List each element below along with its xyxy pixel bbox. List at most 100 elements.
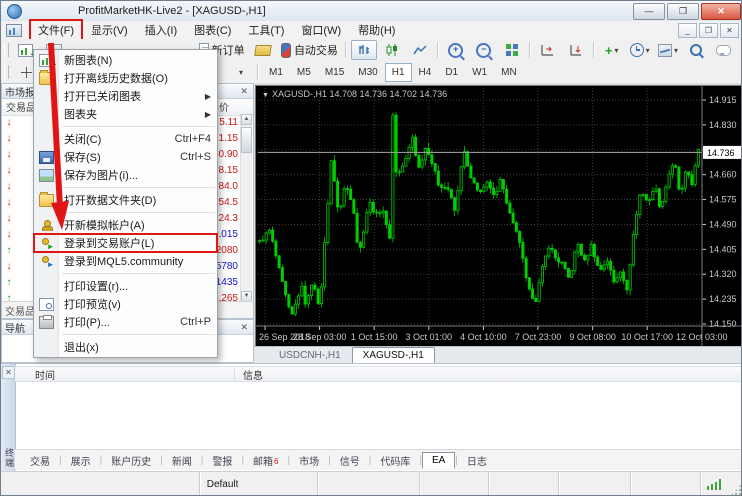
menu-item[interactable]: 窗口(W)	[293, 20, 349, 40]
terminal-tab[interactable]: 市场	[290, 451, 328, 470]
folder2-icon	[34, 194, 58, 207]
toolbar-grip[interactable]	[4, 43, 9, 57]
file-menu-item[interactable]: 退出(x)	[34, 338, 217, 356]
file-menu-item[interactable]: 打开离线历史数据(O)	[34, 69, 217, 87]
indicators-button[interactable]: +▾	[599, 40, 625, 60]
person-icon	[34, 220, 58, 231]
timeframe-D1[interactable]: D1	[438, 63, 465, 82]
chart-plot-area[interactable]: 26 Sep 201828 Sep 03:001 Oct 15:003 Oct …	[255, 85, 742, 347]
file-menu-item[interactable]: 保存(S)Ctrl+S	[34, 148, 217, 166]
zoom-in-button[interactable]: +	[443, 40, 469, 60]
terminal-tab[interactable]: 账户历史	[102, 451, 160, 470]
file-menu-item-label: 开新模拟帐户(A)	[64, 217, 145, 233]
market-watch-close-icon[interactable]: ✕	[238, 86, 250, 97]
svg-text:14.490: 14.490	[709, 219, 737, 229]
line-chart-button[interactable]	[407, 40, 433, 60]
disk-icon	[34, 151, 58, 164]
terminal-close-icon[interactable]: ✕	[2, 366, 15, 379]
chartplus-icon	[34, 54, 58, 67]
chart-shift-button[interactable]	[535, 40, 561, 60]
zoom-out-button[interactable]: −	[471, 40, 497, 60]
timeframe-M15[interactable]: M15	[318, 63, 351, 82]
menu-item[interactable]: 图表(C)	[186, 20, 239, 40]
child-minimize-button[interactable]: _	[678, 23, 697, 38]
file-menu-item[interactable]: 登录到MQL5.community	[34, 252, 217, 270]
terminal-tab[interactable]: 新闻	[163, 451, 201, 470]
minimize-button[interactable]: —	[633, 3, 665, 20]
file-menu-item-label: 保存为图片(i)...	[64, 167, 138, 183]
terminal-col-message[interactable]: 信息	[235, 366, 742, 382]
scroll-up-icon[interactable]: ▲	[241, 114, 252, 125]
scroll-thumb[interactable]	[241, 127, 252, 153]
tile-windows-button[interactable]	[499, 40, 525, 60]
auto-scroll-button[interactable]	[563, 40, 589, 60]
templates-button[interactable]: ▾	[655, 40, 681, 60]
terminal-col-time[interactable]: 时间	[15, 366, 235, 382]
template-icon	[658, 44, 672, 57]
bar-chart-button[interactable]	[351, 40, 377, 60]
timeframe-H4[interactable]: H4	[412, 63, 439, 82]
candlestick-icon	[385, 44, 399, 56]
file-menu-item[interactable]: 打印设置(r)...	[34, 277, 217, 295]
terminal-tab[interactable]: 邮箱6	[244, 451, 287, 470]
terminal-tab[interactable]: 警报	[203, 451, 241, 470]
file-menu-item-label: 关闭(C)	[64, 131, 101, 147]
menu-item[interactable]: 插入(I)	[137, 20, 185, 40]
market-watch-scrollbar[interactable]: ▲ ▼	[240, 114, 252, 302]
chat-button[interactable]	[711, 40, 737, 60]
mailbox-button[interactable]	[250, 40, 276, 60]
file-menu-item[interactable]: 打印预览(v)	[34, 295, 217, 313]
svg-text:10 Oct 17:00: 10 Oct 17:00	[621, 332, 673, 342]
file-menu-item[interactable]: 打开已关闭图表▶	[34, 87, 217, 105]
timeframe-M30[interactable]: M30	[351, 63, 384, 82]
file-menu-item-label: 打开数据文件夹(D)	[64, 192, 156, 208]
file-menu-item[interactable]: 图表夹▶	[34, 105, 217, 123]
terminal-tab[interactable]: 交易	[21, 451, 59, 470]
terminal-tab[interactable]: 代码库	[371, 451, 419, 470]
down-arrow-icon: ↓	[2, 149, 16, 160]
menu-item[interactable]: 显示(V)	[83, 20, 136, 40]
terminal-tab[interactable]: EA	[422, 452, 455, 469]
timeframe-MN[interactable]: MN	[494, 63, 524, 82]
menu-item[interactable]: 工具(T)	[240, 20, 292, 40]
child-restore-button[interactable]: ❐	[699, 23, 718, 38]
periods-button[interactable]: ▾	[627, 40, 653, 60]
child-close-button[interactable]: ✕	[720, 23, 739, 38]
file-menu-item-label: 打开已关闭图表	[64, 88, 141, 104]
timeframe-H1[interactable]: H1	[385, 63, 412, 82]
timeframe-M5[interactable]: M5	[290, 63, 318, 82]
down-arrow-icon: ↓	[2, 117, 16, 128]
chart-tab[interactable]: USDCNH-,H1	[268, 347, 352, 363]
file-menu-item[interactable]: 保存为图片(i)...	[34, 166, 217, 184]
svg-text:4 Oct 10:00: 4 Oct 10:00	[460, 332, 507, 342]
timeframe-M1[interactable]: M1	[262, 63, 290, 82]
autotrade-button[interactable]: 自动交易	[278, 40, 341, 60]
restore-button[interactable]: ❐	[667, 3, 699, 20]
candlestick-button[interactable]	[379, 40, 405, 60]
file-menu-item[interactable]: 打印(P)...Ctrl+P	[34, 313, 217, 331]
svg-text:9 Oct 08:00: 9 Oct 08:00	[569, 332, 616, 342]
bid-price: 24.3	[219, 213, 241, 224]
timeframe-W1[interactable]: W1	[465, 63, 494, 82]
file-menu-item[interactable]: 开新模拟帐户(A)	[34, 216, 217, 234]
toolbar-grip[interactable]	[4, 65, 9, 79]
candlestick-chart[interactable]: 26 Sep 201828 Sep 03:001 Oct 15:003 Oct …	[256, 86, 742, 346]
mt4-application-window: ProfitMarketHK-Live2 - [XAGUSD-,H1] — ❐ …	[0, 0, 742, 496]
chart-tab[interactable]: XAGUSD-,H1	[352, 347, 435, 363]
file-menu-item[interactable]: 打开数据文件夹(D)	[34, 191, 217, 209]
file-menu-item[interactable]: 新图表(N)	[34, 51, 217, 69]
search-button[interactable]	[683, 40, 709, 60]
terminal-tab[interactable]: 信号	[331, 451, 369, 470]
terminal-tab[interactable]: 日志	[458, 451, 496, 470]
bid-price: 8.15	[219, 165, 241, 176]
svg-text:14.320: 14.320	[709, 269, 737, 279]
lines-dropdown-button[interactable]: ▾	[227, 62, 253, 82]
file-menu-item[interactable]: 关闭(C)Ctrl+F4	[34, 130, 217, 148]
close-button[interactable]: ✕	[701, 3, 741, 20]
file-menu-item[interactable]: 登录到交易账户(L)	[34, 234, 217, 252]
menu-item[interactable]: 文件(F)	[30, 20, 82, 40]
terminal-tab[interactable]: 展示	[62, 451, 100, 470]
navigator-close-icon[interactable]: ✕	[238, 322, 250, 333]
bid-price: 1435	[216, 277, 241, 288]
menu-item[interactable]: 帮助(H)	[350, 20, 403, 40]
